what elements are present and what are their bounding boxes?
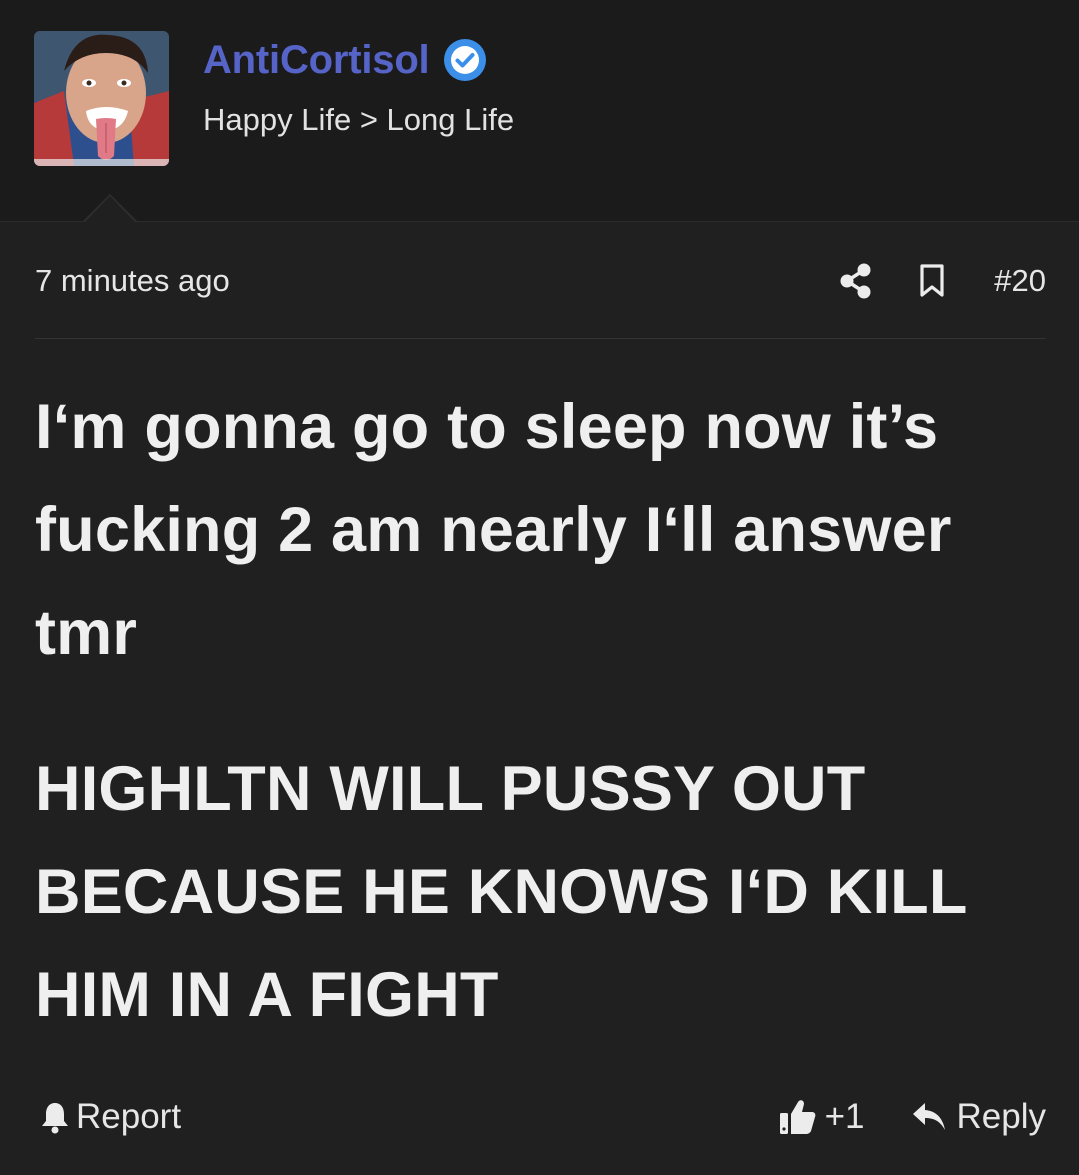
post-timestamp[interactable]: 7 minutes ago xyxy=(35,263,839,299)
reply-button[interactable]: Reply xyxy=(911,1097,1046,1137)
post-footer: Report +1 Reply xyxy=(40,1092,1046,1142)
post-body: I‘m gonna go to sleep now it’s fucking 2… xyxy=(35,376,1046,1047)
reply-label: Reply xyxy=(956,1097,1046,1136)
username[interactable]: AntiCortisol xyxy=(203,38,430,83)
post-page: AntiCortisol Happy Life > Long Life 7 mi… xyxy=(0,0,1079,1175)
report-label: Report xyxy=(76,1097,182,1136)
like-count: +1 xyxy=(824,1097,865,1136)
post-meta-actions: #20 xyxy=(839,261,1046,301)
post-paragraph: HIGHLTN WILL PUSSY OUT BECAUSE HE KNOWS … xyxy=(35,754,967,1030)
bell-icon xyxy=(42,1103,68,1134)
avatar[interactable] xyxy=(34,31,169,166)
post-number-link[interactable]: #20 xyxy=(994,263,1046,299)
share-icon xyxy=(840,263,871,299)
avatar-image xyxy=(34,31,169,166)
author-header: AntiCortisol Happy Life > Long Life xyxy=(0,0,1079,223)
bookmark-button[interactable] xyxy=(917,261,947,301)
reply-arrow-icon xyxy=(912,1103,945,1130)
username-row: AntiCortisol xyxy=(203,36,487,84)
thumbs-up-icon xyxy=(779,1100,815,1134)
bookmark-icon xyxy=(920,264,944,297)
post-paragraph: I‘m gonna go to sleep now it’s fucking 2… xyxy=(35,392,952,668)
user-tagline: Happy Life > Long Life xyxy=(203,102,515,137)
report-button[interactable]: Report xyxy=(40,1097,779,1137)
verified-badge-icon xyxy=(444,39,487,81)
share-button[interactable] xyxy=(839,261,873,301)
like-button[interactable]: +1 xyxy=(779,1097,865,1137)
header-pointer xyxy=(84,196,136,223)
post-meta-row: 7 minutes ago #20 xyxy=(35,256,1046,306)
meta-divider xyxy=(35,338,1046,339)
